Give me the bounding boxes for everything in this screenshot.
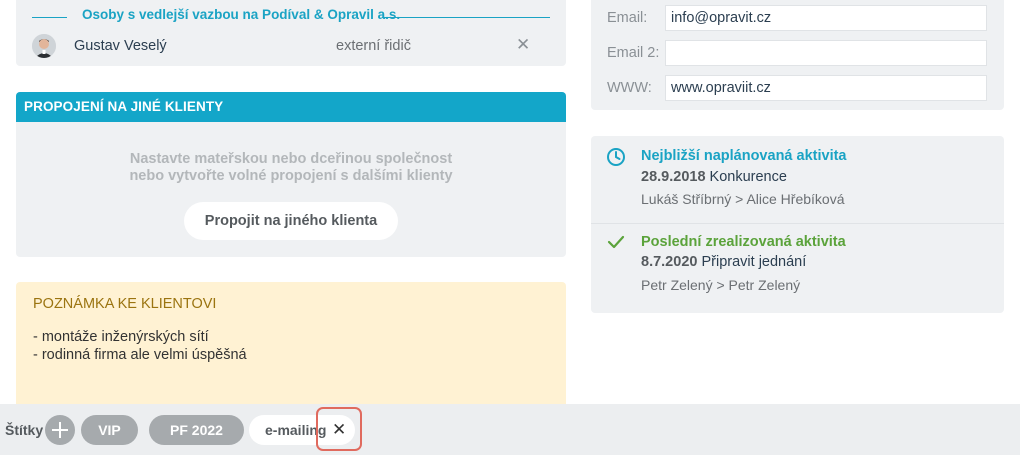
email-field[interactable]: info@opravit.cz xyxy=(665,5,987,31)
next-activity-name: Konkurence xyxy=(709,169,787,185)
connections-hint-line2: nebo vytvořte volné propojení s dalšími … xyxy=(129,168,453,184)
connections-title: PROPOJENÍ NA JINÉ KLIENTY xyxy=(24,99,224,114)
person-role: externí řidič xyxy=(336,38,411,54)
email-label: Email: xyxy=(607,10,648,26)
next-activity-title[interactable]: Nejbližší naplánovaná aktivita xyxy=(641,148,847,164)
next-activity-detail[interactable]: 28.9.2018 Konkurence xyxy=(641,169,787,185)
remove-tag-close-icon[interactable]: ✕ xyxy=(316,407,362,451)
note-line-2: - rodinná firma ale velmi úspěšná xyxy=(33,347,247,363)
email2-field[interactable] xyxy=(665,40,987,66)
clock-icon xyxy=(606,147,626,167)
connections-hint: Nastavte mateřskou nebo dceřinou společn… xyxy=(16,151,566,185)
tag-pf-2022[interactable]: PF 2022 xyxy=(149,415,244,445)
related-persons-heading: Osoby s vedlejší vazbou na Podíval & Opr… xyxy=(32,7,550,25)
connect-client-button[interactable]: Propojit na jiného klienta xyxy=(184,202,398,240)
add-tag-plus-icon[interactable] xyxy=(45,415,75,445)
related-persons-title: Osoby s vedlejší vazbou na Podíval & Opr… xyxy=(82,7,401,22)
next-activity-people: Lukáš Stříbrný > Alice Hřebíková xyxy=(641,191,845,207)
related-persons-card: Osoby s vedlejší vazbou na Podíval & Opr… xyxy=(16,0,566,66)
activities-card: Nejbližší naplánovaná aktivita 28.9.2018… xyxy=(591,136,1004,313)
check-icon xyxy=(606,232,626,252)
heading-rule-right xyxy=(382,17,550,18)
contact-fields-card: Email: info@opravit.cz Email 2: WWW: www… xyxy=(591,0,1004,110)
client-connections-card: PROPOJENÍ NA JINÉ KLIENTY Nastavte mateř… xyxy=(16,92,566,257)
avatar xyxy=(32,34,56,58)
client-note-card[interactable]: POZNÁMKA KE KLIENTOVI - montáže inženýrs… xyxy=(16,282,566,412)
www-label: WWW: xyxy=(607,80,652,96)
connections-hint-line1: Nastavte mateřskou nebo dceřinou společn… xyxy=(129,151,453,167)
email2-label: Email 2: xyxy=(607,45,660,61)
heading-rule-left xyxy=(32,17,67,18)
activities-divider xyxy=(591,223,1004,224)
last-activity-detail[interactable]: 8.7.2020 Připravit jednání xyxy=(641,254,806,270)
connections-header: PROPOJENÍ NA JINÉ KLIENTY xyxy=(16,92,566,122)
person-name[interactable]: Gustav Veselý xyxy=(74,38,167,54)
last-activity-date: 8.7.2020 xyxy=(641,254,698,270)
note-line-1: - montáže inženýrských sítí xyxy=(33,329,209,345)
tags-bar: Štítky VIP PF 2022 e-mailing ✕ xyxy=(0,404,1020,455)
last-activity-title[interactable]: Poslední zrealizovaná aktivita xyxy=(641,234,846,250)
tag-vip[interactable]: VIP xyxy=(81,415,138,445)
next-activity-date: 28.9.2018 xyxy=(641,169,706,185)
close-icon: ✕ xyxy=(332,420,347,439)
tags-label: Štítky xyxy=(5,422,44,438)
last-activity-people: Petr Zelený > Petr Zelený xyxy=(641,277,801,293)
last-activity-name: Připravit jednání xyxy=(701,254,807,270)
note-title: POZNÁMKA KE KLIENTOVI xyxy=(33,296,217,312)
www-field[interactable]: www.opraviit.cz xyxy=(665,75,987,101)
remove-person-close-icon[interactable]: ✕ xyxy=(516,35,530,55)
